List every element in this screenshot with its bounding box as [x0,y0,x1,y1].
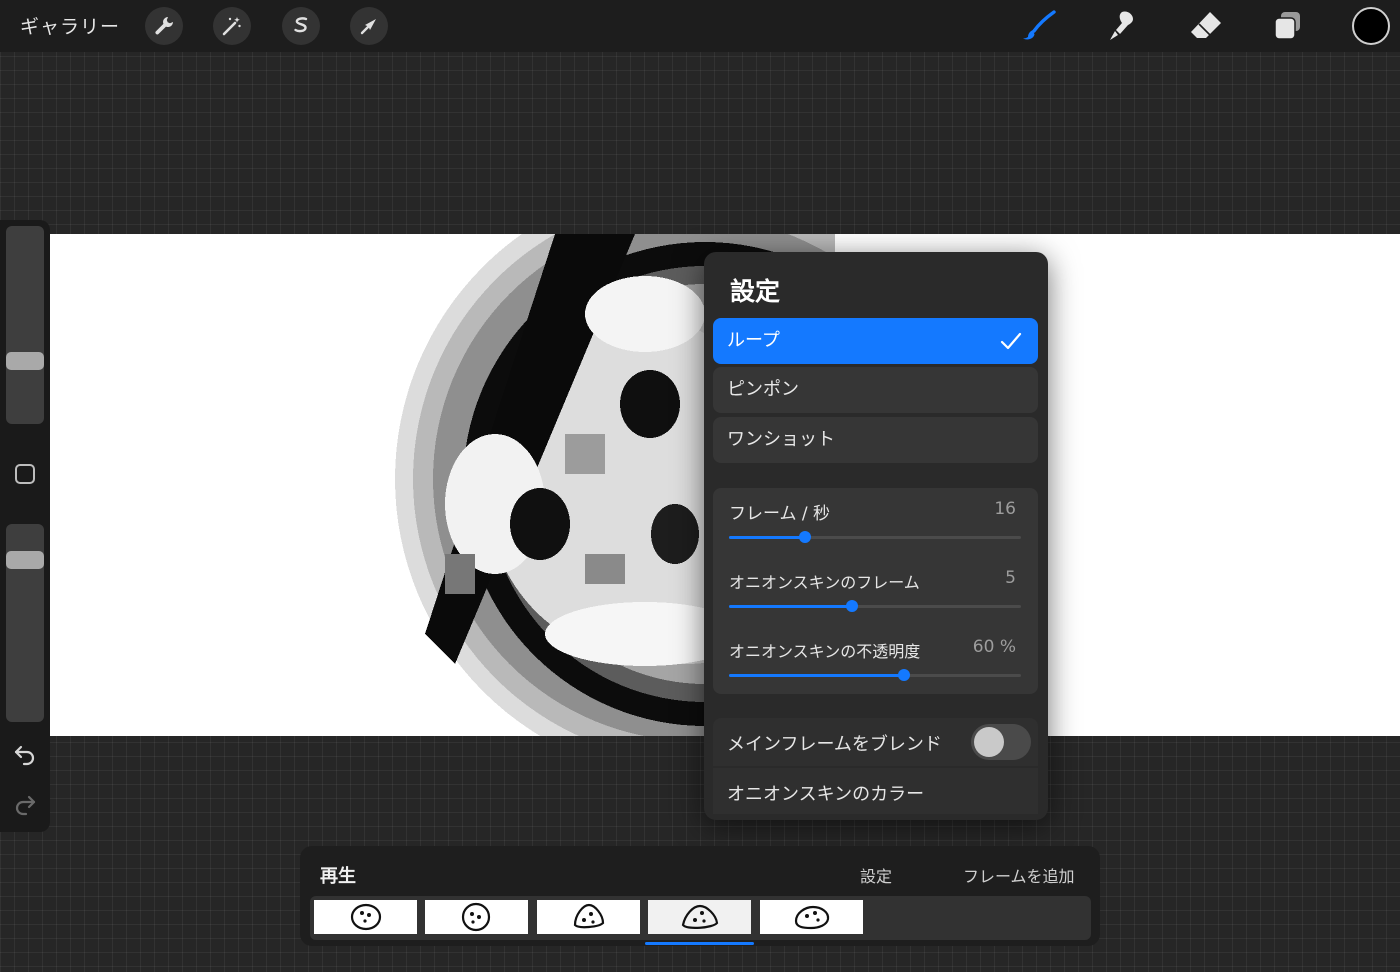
frame-thumbnail-4[interactable] [648,900,751,934]
brush-size-handle[interactable] [6,352,44,370]
timeline-settings-button[interactable]: 設定 [860,863,892,887]
popover-title: 設定 [730,277,781,306]
brush-size-slider[interactable] [6,226,44,424]
onion-frames-slider[interactable] [729,600,1021,612]
fps-slider[interactable] [729,531,1021,543]
mode-one-shot-label: ワンショット [727,429,835,450]
checkmark-icon [1000,332,1022,350]
opacity-handle[interactable] [6,551,44,569]
mode-ping-pong-label: ピンポン [727,379,799,400]
left-sidebar [0,220,50,832]
magic-wand-icon[interactable] [213,7,251,45]
animation-timeline: 再生 設定 フレームを追加 [300,846,1100,946]
fps-value: 16 [994,499,1016,519]
frame-thumbnail-1[interactable] [314,900,417,934]
onion-frames-slider-knob[interactable] [845,600,858,612]
brush-icon[interactable] [1019,6,1059,46]
onion-opacity-slider-fill [729,674,905,677]
frames-strip [310,896,1091,940]
fps-slider-knob[interactable] [798,531,811,543]
blend-main-frame-label: メインフレームをブレンド [727,734,942,755]
modify-square-icon[interactable] [10,459,40,489]
fps-label: フレーム / 秒 [729,504,831,524]
onion-opacity-label: オニオンスキンの不透明度 [729,642,921,661]
add-frame-button[interactable]: フレームを追加 [963,863,1075,887]
cookie-thumbnail-icon [350,903,381,931]
undo-icon[interactable] [10,739,40,769]
mode-ping-pong[interactable]: ピンポン [713,367,1038,413]
onion-opacity-value: 60 % [972,637,1016,657]
cookie-thumbnail-icon [794,905,829,930]
smudge-icon[interactable] [1102,6,1142,46]
frame-thumbnail-5[interactable] [760,900,863,934]
onion-opacity-slider[interactable] [729,669,1021,681]
current-frame-indicator [645,942,754,945]
toggle-knob [974,727,1004,757]
redo-icon[interactable] [10,789,40,819]
onion-skin-color-row[interactable]: オニオンスキンのカラー [713,768,1038,814]
cookie-thumbnail-icon [681,904,718,929]
top-toolbar: ギャラリー [0,0,1400,52]
frame-thumbnail-2[interactable] [425,900,528,934]
transform-arrow-icon[interactable] [350,7,388,45]
onion-skin-color-label: オニオンスキンのカラー [727,784,925,805]
slider-panel: フレーム / 秒 16 オニオンスキンのフレーム 5 オニオンスキンの不透明度 … [713,488,1038,694]
layers-icon[interactable] [1268,6,1308,46]
mode-loop-label: ループ [727,330,780,351]
onion-frames-slider-fill [729,605,852,608]
blend-main-frame-row: メインフレームをブレンド [713,718,1038,766]
mode-loop[interactable]: ループ [713,318,1038,364]
cookie-thumbnail-icon [573,903,604,929]
wrench-icon[interactable] [145,7,183,45]
animation-settings-popover: 設定 ループ ピンポン ワンショット フレーム / 秒 16 オニオンスキンのフ… [704,252,1048,820]
color-picker-button[interactable] [1352,7,1390,45]
selection-icon[interactable] [282,7,320,45]
fps-slider-fill [729,536,805,539]
mode-one-shot[interactable]: ワンショット [713,417,1038,463]
eraser-icon[interactable] [1186,6,1226,46]
gallery-button[interactable]: ギャラリー [20,12,120,39]
cookie-thumbnail-icon [461,902,490,932]
frame-thumbnail-3[interactable] [537,900,640,934]
onion-frames-value: 5 [1005,568,1016,588]
onion-opacity-slider-knob[interactable] [898,669,911,681]
onion-frames-label: オニオンスキンのフレーム [729,573,920,592]
play-button[interactable]: 再生 [320,862,356,888]
blend-main-frame-toggle[interactable] [971,724,1031,760]
